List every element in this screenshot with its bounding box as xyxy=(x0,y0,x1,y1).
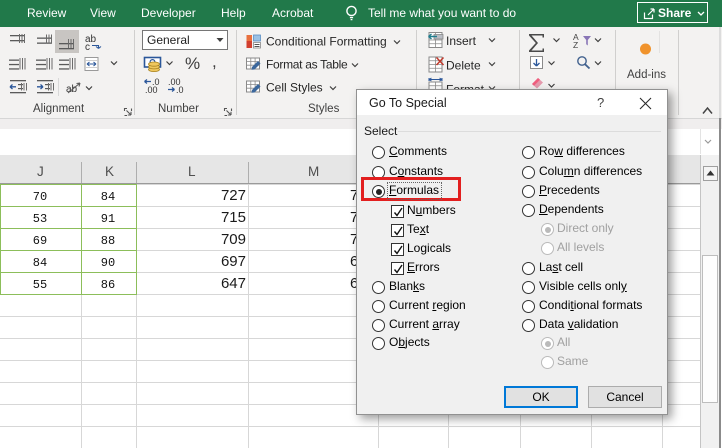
svg-text:General: General xyxy=(147,33,190,47)
svg-text:%: % xyxy=(185,54,200,73)
svg-text:Z: Z xyxy=(573,40,578,50)
svg-text:Cell Styles: Cell Styles xyxy=(266,81,323,95)
svg-text:Delete: Delete xyxy=(446,59,481,73)
svg-text:,: , xyxy=(212,52,217,71)
svg-text:.00: .00 xyxy=(145,85,158,95)
svg-text:.0: .0 xyxy=(176,85,184,95)
svg-text:Format as Table: Format as Table xyxy=(266,58,348,72)
svg-text:Insert: Insert xyxy=(446,34,477,48)
svg-text:Conditional Formatting: Conditional Formatting xyxy=(266,35,387,49)
svg-text:c: c xyxy=(85,42,90,53)
